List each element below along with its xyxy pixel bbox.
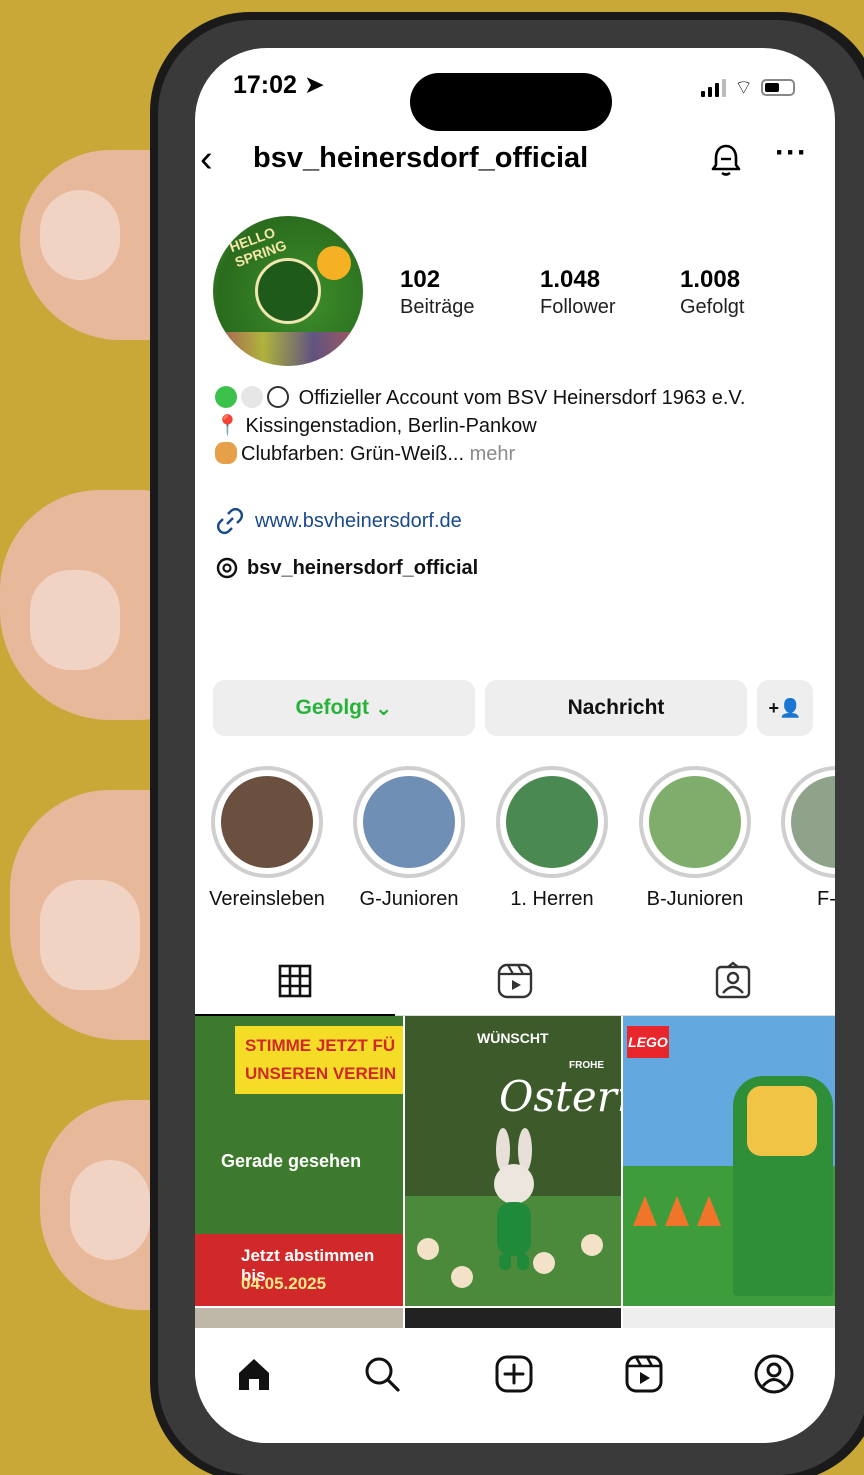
highlight-vereinsleben[interactable]: Vereinsleben <box>197 766 337 911</box>
grid-icon <box>278 964 312 998</box>
bottom-navigation <box>195 1333 835 1443</box>
stat-posts[interactable]: 102 Beiträge <box>400 266 540 320</box>
fingernail <box>70 1160 150 1260</box>
following-button[interactable]: Gefolgt ⌄ <box>213 680 475 736</box>
message-button[interactable]: Nachricht <box>485 680 747 736</box>
nav-profile[interactable] <box>751 1351 797 1397</box>
home-icon <box>239 1359 269 1390</box>
link-icon <box>217 508 243 534</box>
profile-header: ‹ bsv_heinersdorf_official ··· <box>195 136 835 186</box>
cone-icon <box>665 1196 689 1226</box>
back-icon[interactable]: ‹ <box>200 138 213 181</box>
profile-icon <box>754 1354 794 1394</box>
threads-icon <box>216 557 238 579</box>
nav-create[interactable] <box>491 1351 537 1397</box>
post-vereinsvoting[interactable]: STIMME JETZT FÜ UNSEREN VEREIN Gerade ge… <box>195 1016 403 1306</box>
status-icons: ⌔ <box>701 75 795 100</box>
nav-reels[interactable] <box>621 1351 667 1397</box>
highlight-1-herren[interactable]: 1. Herren <box>482 766 622 911</box>
stat-following[interactable]: 1.008 Gefolgt <box>680 266 820 320</box>
avatar-flowers <box>213 332 363 366</box>
post-lego[interactable]: LEGO <box>623 1016 835 1306</box>
post-preview[interactable] <box>623 1308 835 1328</box>
add-person-icon: +👤 <box>768 697 802 718</box>
reels-icon <box>497 963 533 999</box>
posts-grid: STIMME JETZT FÜ UNSEREN VEREIN Gerade ge… <box>195 1016 835 1328</box>
green-heart-icon <box>215 386 237 408</box>
palette-icon <box>215 442 237 464</box>
search-icon <box>365 1357 400 1392</box>
more-options-icon[interactable]: ··· <box>775 136 808 170</box>
ball-icon <box>533 1252 555 1274</box>
tab-posts-grid[interactable] <box>195 956 395 1016</box>
white-heart-icon <box>241 386 263 408</box>
cone-icon <box>697 1196 721 1226</box>
profile-username: bsv_heinersdorf_official <box>253 142 589 174</box>
story-highlights: Vereinsleben G-Junioren 1. Herren B-Juni… <box>195 766 835 916</box>
profile-tabs <box>195 948 835 1016</box>
post-text-wuenscht: WÜNSCHT <box>477 1030 549 1046</box>
post-vote-box: Jetzt abstimmen bis 04.05.2025 <box>195 1234 403 1306</box>
profile-actions: Gefolgt ⌄ Nachricht +👤 <box>213 680 813 736</box>
create-post-icon <box>495 1355 533 1393</box>
ball-icon <box>581 1234 603 1256</box>
soccer-ball-icon <box>267 386 289 408</box>
nav-home[interactable] <box>231 1351 277 1397</box>
recently-viewed-label: Gerade gesehen <box>221 1151 362 1171</box>
ball-icon <box>451 1266 473 1288</box>
club-crest-icon <box>255 258 321 324</box>
fingernail <box>40 880 140 990</box>
post-text-frohe: FROHE <box>569 1060 604 1071</box>
post-preview[interactable] <box>405 1308 621 1328</box>
profile-stats: 102 Beiträge 1.048 Follower 1.008 Gefolg… <box>400 266 820 320</box>
website-link[interactable]: www.bsvheinersdorf.de <box>215 506 462 536</box>
battery-icon <box>761 79 795 96</box>
avatar-sun <box>317 246 351 280</box>
highlight-cover <box>506 776 598 868</box>
bio-more-link[interactable]: mehr <box>470 443 516 465</box>
bio-line-1: Offizieller Account vom BSV Heinersdorf … <box>215 384 815 412</box>
fingernail <box>40 190 120 280</box>
bio-line-2: 📍 Kissingenstadion, Berlin-Pankow <box>215 415 537 437</box>
pin-icon: 📍 <box>215 415 240 437</box>
wifi-icon: ⌔ <box>734 77 753 99</box>
highlight-g-junioren[interactable]: G-Junioren <box>339 766 479 911</box>
profile-avatar[interactable]: HELLO SPRING <box>213 216 363 366</box>
threads-link[interactable]: bsv_heinersdorf_official <box>215 556 478 580</box>
reels-icon <box>625 1355 663 1393</box>
highlight-b-junioren[interactable]: B-Junioren <box>625 766 765 911</box>
bio-line-3: Clubfarben: Grün-Weiß... mehr <box>215 440 815 468</box>
highlight-cover <box>649 776 741 868</box>
stat-followers[interactable]: 1.048 Follower <box>540 266 680 320</box>
cone-icon <box>633 1196 657 1226</box>
highlight-cover <box>221 776 313 868</box>
highlight-cover <box>791 776 835 868</box>
highlight-cover <box>363 776 455 868</box>
post-ostern[interactable]: WÜNSCHT FROHE Ostern <box>405 1016 621 1306</box>
nav-search[interactable] <box>359 1351 405 1397</box>
post-preview[interactable] <box>195 1308 403 1328</box>
status-time: 17:02 ➤ <box>233 71 325 99</box>
location-arrow-icon: ➤ <box>303 71 325 99</box>
profile-bio: Offizieller Account vom BSV Heinersdorf … <box>215 384 815 468</box>
tab-reels[interactable] <box>485 956 545 1006</box>
tagged-user-icon <box>715 961 751 999</box>
post-text-ostern: Ostern <box>499 1072 621 1121</box>
signal-icon <box>701 78 727 97</box>
notification-bell-icon[interactable] <box>708 142 744 178</box>
tab-tagged[interactable] <box>703 956 763 1006</box>
dynamic-island <box>410 73 612 131</box>
phone-screen: 17:02 ➤ ⌔ ‹ bsv_heinersdorf_official ···… <box>195 48 835 1443</box>
highlight-f-junioren[interactable]: F-Ju <box>767 766 835 911</box>
post-banner: STIMME JETZT FÜ UNSEREN VEREIN <box>235 1026 403 1094</box>
fingernail <box>30 570 120 670</box>
chevron-down-icon: ⌄ <box>374 696 393 720</box>
lego-logo: LEGO <box>627 1026 669 1058</box>
add-person-button[interactable]: +👤 <box>757 680 813 736</box>
ball-icon <box>417 1238 439 1260</box>
lego-head <box>747 1086 817 1156</box>
